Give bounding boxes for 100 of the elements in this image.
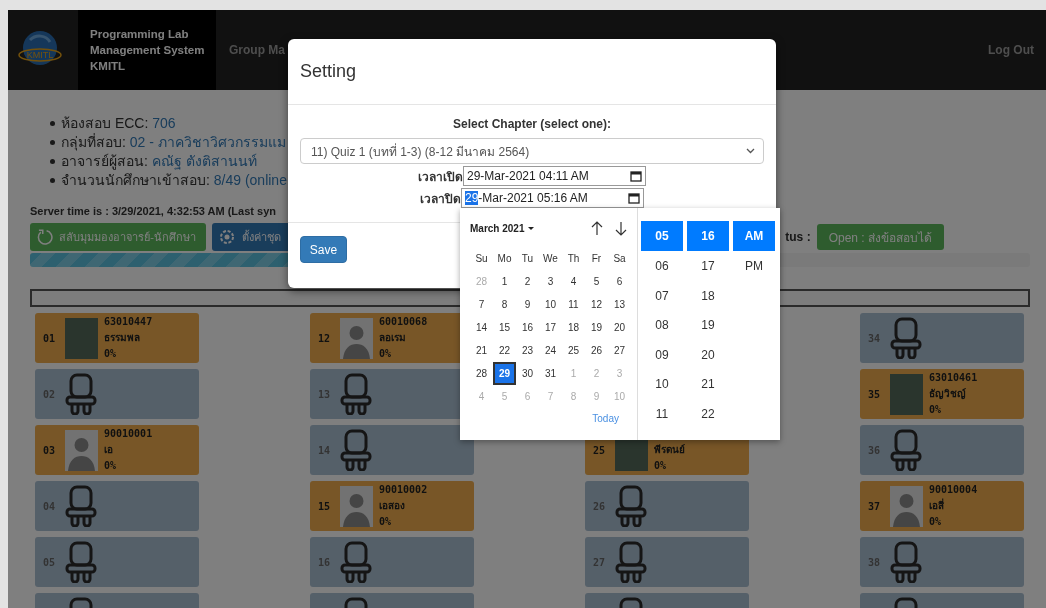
weekday-label: Su (474, 252, 489, 266)
status-label: tus : (785, 230, 811, 244)
calendar-day[interactable]: 29 (493, 362, 516, 385)
brand-title[interactable]: KMITL (90, 58, 126, 74)
student-name: เอสี่ (929, 498, 944, 513)
calendar-day[interactable]: 23 (516, 339, 539, 362)
time-option[interactable]: 06 (641, 251, 683, 281)
progress-percent: 0% (654, 459, 667, 473)
calendar-day[interactable]: 12 (585, 293, 608, 316)
seat-number: 35 (868, 388, 882, 400)
calendar-day[interactable]: 6 (608, 270, 631, 293)
progress-percent: 0% (379, 515, 392, 529)
chair-icon (65, 485, 97, 527)
save-button[interactable]: Save (300, 236, 347, 263)
calendar-day[interactable]: 8 (493, 293, 516, 316)
bullet-icon (50, 121, 55, 126)
calendar-day[interactable]: 5 (585, 270, 608, 293)
student-id: 90010004 (929, 483, 978, 497)
month-selector[interactable]: March 2021 (470, 222, 525, 234)
brand-title[interactable]: Management System (90, 42, 205, 58)
calendar-day[interactable]: 16 (516, 316, 539, 339)
today-link[interactable]: Today (592, 413, 619, 424)
time-option[interactable]: 09 (641, 340, 683, 370)
chair-icon (340, 373, 372, 415)
photo-placeholder (65, 317, 98, 359)
photo-placeholder (890, 373, 923, 415)
bullet-icon (50, 159, 55, 164)
calendar-day[interactable]: 19 (585, 316, 608, 339)
time-option[interactable]: 17 (687, 251, 729, 281)
calendar-day[interactable]: 13 (608, 293, 631, 316)
calendar-day[interactable]: 2 (516, 270, 539, 293)
calendar-day[interactable]: 25 (562, 339, 585, 362)
student-name: ธรรมพล (104, 331, 140, 345)
calendar-day[interactable]: 31 (539, 362, 562, 385)
calendar-day[interactable]: 20 (608, 316, 631, 339)
progress-percent: 0% (929, 515, 942, 529)
student-id: 63010447 (104, 315, 153, 329)
chair-icon (890, 429, 922, 471)
time-option[interactable]: 16 (687, 221, 729, 251)
down-arrow-icon[interactable] (615, 220, 627, 236)
chapter-label: Select Chapter (select one): (452, 117, 611, 131)
time-option[interactable]: AM (733, 221, 775, 251)
chair-icon (890, 541, 922, 583)
calendar-day[interactable]: 18 (562, 316, 585, 339)
time-option[interactable]: 21 (687, 369, 729, 399)
chair-icon (340, 429, 372, 471)
avatar-icon (890, 485, 923, 527)
seat-number: 25 (593, 444, 607, 456)
weekday-label: Tu (520, 252, 535, 266)
progress-percent: 0% (104, 347, 117, 361)
status-badge: Open : ส่งข้อสอบได้ (816, 224, 944, 250)
gear-icon (218, 228, 236, 246)
brand-title[interactable]: Programming Lab (90, 26, 189, 42)
calendar-day[interactable]: 3 (539, 270, 562, 293)
progress-percent: 0% (104, 459, 117, 473)
chair-icon (65, 373, 97, 415)
time-option[interactable]: PM (733, 251, 775, 281)
calendar-day[interactable]: 10 (539, 293, 562, 316)
avatar-icon (65, 429, 98, 471)
info-item: กลุ่มที่สอบ: 02 - ภาควิชาวิศวกรรมแม (61, 134, 286, 151)
progress-percent: 0% (379, 347, 392, 361)
time-option[interactable]: 18 (687, 281, 729, 311)
calendar-day[interactable]: 11 (562, 293, 585, 316)
chair-icon (890, 317, 922, 359)
student-id: 63010461 (929, 371, 978, 385)
up-arrow-icon[interactable] (591, 220, 603, 236)
calendar-day[interactable]: 9 (516, 293, 539, 316)
time-option[interactable]: 19 (687, 310, 729, 340)
avatar-icon (340, 317, 373, 359)
chair-icon (65, 541, 97, 583)
seat-number: 03 (43, 444, 57, 456)
student-name: พีรดนย์ (654, 443, 685, 457)
time-option[interactable]: 05 (641, 221, 683, 251)
weekday-label: We (542, 252, 559, 266)
seat-number: 12 (318, 332, 332, 344)
chair-icon (615, 541, 647, 583)
seat-number: 37 (868, 500, 882, 512)
calendar-icon (630, 170, 642, 182)
calendar-day[interactable]: 17 (539, 316, 562, 339)
calendar-day[interactable]: 24 (539, 339, 562, 362)
caret-icon[interactable] (528, 226, 535, 230)
refresh-icon (36, 228, 54, 246)
bullet-icon (50, 178, 55, 183)
calendar-day[interactable]: 1 (493, 270, 516, 293)
time-option[interactable]: 10 (641, 369, 683, 399)
calendar-day[interactable]: 22 (493, 339, 516, 362)
calendar-day[interactable]: 15 (493, 316, 516, 339)
calendar-day[interactable]: 4 (562, 270, 585, 293)
calendar-day[interactable]: 27 (608, 339, 631, 362)
bullet-icon (50, 140, 55, 145)
time-option[interactable]: 08 (641, 310, 683, 340)
datetime-field[interactable]: 29-Mar-2021 04:11 AM (463, 166, 646, 186)
time-option[interactable]: 07 (641, 281, 683, 311)
calendar-day[interactable]: 7 (470, 293, 493, 316)
calendar-day[interactable]: 30 (516, 362, 539, 385)
calendar-day[interactable]: 26 (585, 339, 608, 362)
student-id: 90010002 (379, 483, 428, 497)
chapter-select[interactable]: 11) Quiz 1 (บทที่ 1-3) (8-12 มีนาคม 2564) (300, 138, 764, 164)
chevron-down-icon (746, 148, 755, 154)
time-option[interactable]: 20 (687, 340, 729, 370)
